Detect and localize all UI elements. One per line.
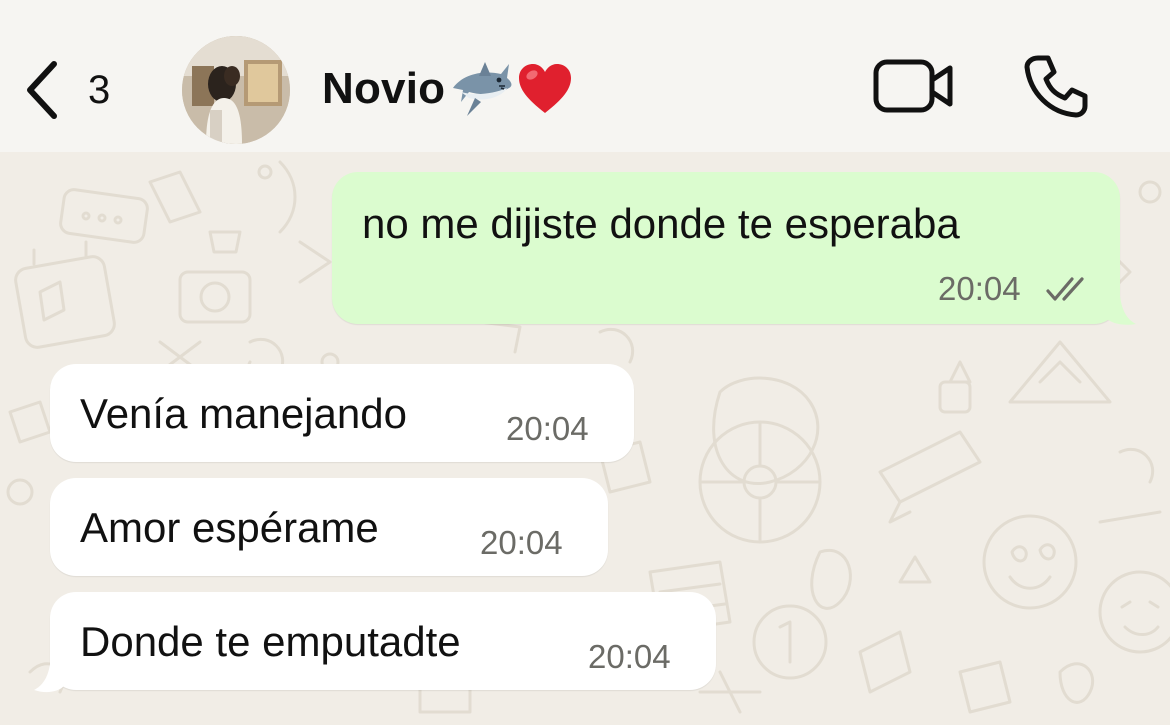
read-receipt-double-check-icon <box>1046 277 1084 301</box>
message-incoming[interactable]: Amor espérame 20:04 <box>50 478 608 576</box>
message-text: Donde te emputadte <box>80 618 461 665</box>
unread-count: 3 <box>88 67 111 112</box>
chevron-left-icon <box>27 61 57 119</box>
chat-area[interactable]: no me dijiste donde te esperaba 20:04 Ve… <box>0 152 1170 725</box>
voice-call-button[interactable] <box>1022 52 1090 120</box>
message-time: 20:04 <box>938 270 1021 307</box>
phone-icon <box>1024 55 1088 118</box>
chat-header: 3 Novio <box>0 0 1170 152</box>
shark-emoji-icon <box>453 62 512 116</box>
red-heart-emoji-icon <box>519 64 572 113</box>
video-camera-icon <box>873 59 953 113</box>
bubble-tail-incoming <box>34 664 64 693</box>
message-incoming[interactable]: Venía manejando 20:04 <box>50 364 634 462</box>
bubble-tail-outgoing <box>1106 296 1136 325</box>
contact-info[interactable]: Novio <box>322 52 575 126</box>
avatar-photo <box>182 36 290 144</box>
contact-emojis <box>449 58 575 120</box>
message-text: Amor espérame <box>80 504 379 551</box>
video-call-button[interactable] <box>872 56 956 116</box>
contact-name: Novio <box>322 64 446 113</box>
message-time: 20:04 <box>480 524 563 561</box>
message-text: Venía manejando <box>80 390 407 437</box>
message-outgoing[interactable]: no me dijiste donde te esperaba 20:04 <box>332 172 1120 324</box>
message-time: 20:04 <box>506 410 589 447</box>
message-time: 20:04 <box>588 638 671 675</box>
message-incoming[interactable]: Donde te emputadte 20:04 <box>50 592 716 690</box>
back-button[interactable]: 3 <box>24 58 144 122</box>
avatar[interactable] <box>182 36 290 144</box>
message-text: no me dijiste donde te esperaba <box>362 200 960 247</box>
